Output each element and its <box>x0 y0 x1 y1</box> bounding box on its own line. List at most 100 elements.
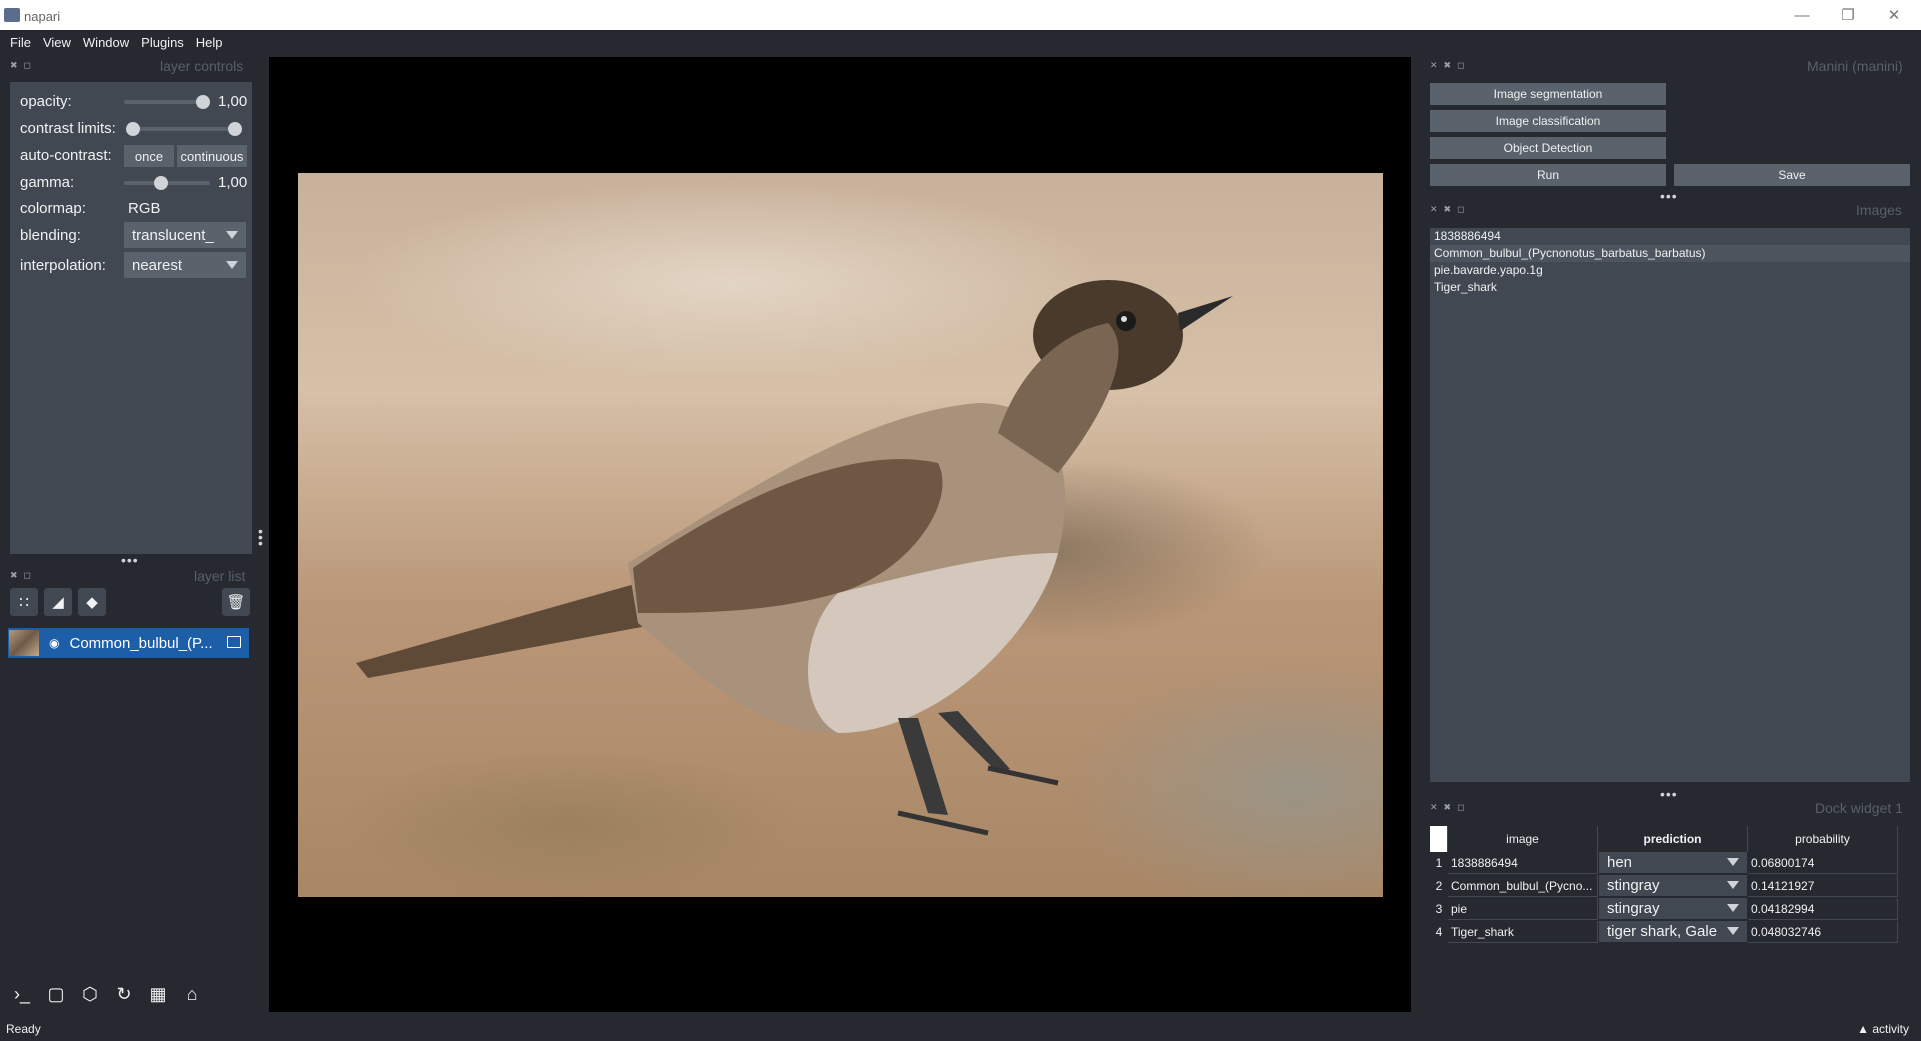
image-list-item[interactable]: Tiger_shark <box>1430 279 1910 296</box>
layer-controls-dock-icons[interactable]: ✖◻ <box>10 60 37 71</box>
image-cell[interactable]: pie <box>1448 898 1598 920</box>
menu-plugins[interactable]: Plugins <box>135 35 190 50</box>
chevron-down-icon <box>1727 904 1739 912</box>
image-segmentation-button[interactable]: Image segmentation <box>1430 83 1666 105</box>
layer-list-title: layer list <box>194 568 246 584</box>
chevron-down-icon <box>226 231 238 239</box>
viewer-canvas[interactable] <box>269 57 1411 1012</box>
chevron-down-icon <box>1727 858 1739 866</box>
gamma-label: gamma: <box>20 174 75 191</box>
image-cell[interactable]: 1838886494 <box>1448 852 1598 874</box>
interpolation-label: interpolation: <box>20 257 106 274</box>
dock-widget-icons[interactable]: ✕✖◻ <box>1430 802 1471 813</box>
manini-dock-icons[interactable]: ✕✖◻ <box>1430 60 1471 71</box>
object-detection-button[interactable]: Object Detection <box>1430 137 1666 159</box>
dock-resize-handle[interactable]: ••• <box>1660 786 1678 802</box>
prediction-select[interactable]: stingray <box>1599 898 1747 919</box>
napari-logo-icon <box>4 8 20 22</box>
menu-window[interactable]: Window <box>77 35 135 50</box>
window-title: napari <box>24 9 61 24</box>
new-shapes-layer-button[interactable]: ◢ <box>44 588 72 616</box>
contrast-min-handle[interactable] <box>126 122 140 136</box>
home-button[interactable]: ⌂ <box>178 980 206 1008</box>
prediction-select[interactable]: stingray <box>1599 875 1747 896</box>
run-button[interactable]: Run <box>1430 164 1666 186</box>
dock-resize-handle[interactable]: ••• <box>121 552 139 568</box>
gamma-value[interactable]: 1,00 <box>218 174 250 191</box>
column-header-prediction[interactable]: prediction <box>1598 826 1748 852</box>
dock-resize-handle[interactable]: ••• <box>1660 188 1678 204</box>
contrast-limits-slider[interactable] <box>132 127 236 131</box>
activity-label: activity <box>1872 1022 1909 1036</box>
prediction-value: stingray <box>1607 877 1660 894</box>
auto-contrast-continuous-button[interactable]: continuous <box>177 145 247 167</box>
probability-cell[interactable]: 0.06800174 <box>1748 852 1898 874</box>
opacity-value[interactable]: 1,00 <box>218 93 250 110</box>
blending-select[interactable]: translucent_ <box>124 222 246 248</box>
image-layer-icon <box>227 636 241 648</box>
layer-list-toolbar: ∷ ◢ ◆ 🗑 <box>10 588 252 618</box>
status-text: Ready <box>6 1022 41 1036</box>
delete-layer-button[interactable]: 🗑 <box>222 588 250 616</box>
image-cell[interactable]: Tiger_shark <box>1448 921 1598 943</box>
layer-thumbnail <box>9 630 39 656</box>
contrast-max-handle[interactable] <box>228 122 242 136</box>
ndisplay-button[interactable]: ▢ <box>42 980 70 1008</box>
prediction-select[interactable]: hen <box>1599 852 1747 873</box>
bulbul-drawing <box>356 280 1233 836</box>
row-number[interactable]: 3 <box>1430 898 1448 920</box>
blending-value: translucent_ <box>132 226 214 244</box>
save-button[interactable]: Save <box>1674 164 1910 186</box>
layer-controls-title: layer controls <box>160 58 244 74</box>
eye-icon[interactable]: ◉ <box>49 636 59 650</box>
table-corner[interactable] <box>1430 826 1448 852</box>
image-list-item[interactable]: pie.bavarde.yapo.1g <box>1430 262 1910 279</box>
row-number[interactable]: 4 <box>1430 921 1448 943</box>
image-cell[interactable]: Common_bulbul_(Pycno... <box>1448 875 1598 897</box>
contrast-limits-label: contrast limits: <box>20 120 116 137</box>
roll-dims-button[interactable]: ⬡ <box>76 980 104 1008</box>
new-points-layer-button[interactable]: ∷ <box>10 588 38 616</box>
image-list-item[interactable]: 1838886494 <box>1430 228 1910 245</box>
row-number[interactable]: 2 <box>1430 875 1448 897</box>
interpolation-select[interactable]: nearest <box>124 252 246 278</box>
menu-view[interactable]: View <box>37 35 77 50</box>
dock-widget-title: Dock widget 1 <box>1815 800 1903 816</box>
menu-bar: File View Window Plugins Help <box>0 30 1921 54</box>
prediction-value: stingray <box>1607 900 1660 917</box>
colormap-label: colormap: <box>20 200 86 217</box>
new-labels-layer-button[interactable]: ◆ <box>78 588 106 616</box>
restore-button[interactable]: ❐ <box>1825 0 1871 30</box>
auto-contrast-once-button[interactable]: once <box>124 145 174 167</box>
minimize-button[interactable]: — <box>1779 0 1825 30</box>
blending-label: blending: <box>20 227 81 244</box>
row-number[interactable]: 1 <box>1430 852 1448 874</box>
layer-list-dock-icons[interactable]: ✖◻ <box>10 570 37 581</box>
images-dock-icons[interactable]: ✕✖◻ <box>1430 204 1471 215</box>
menu-help[interactable]: Help <box>190 35 229 50</box>
menu-file[interactable]: File <box>4 35 37 50</box>
image-classification-button[interactable]: Image classification <box>1430 110 1666 132</box>
manini-title: Manini (manini) <box>1807 58 1903 74</box>
transpose-button[interactable]: ↻ <box>110 980 138 1008</box>
probability-cell[interactable]: 0.04182994 <box>1748 898 1898 920</box>
layer-item[interactable]: ◉ Common_bulbul_(P... <box>8 628 249 658</box>
images-title: Images <box>1856 202 1902 218</box>
layer-name: Common_bulbul_(P... <box>69 634 213 652</box>
close-window-button[interactable]: ✕ <box>1871 0 1917 30</box>
column-header-image[interactable]: image <box>1448 826 1598 852</box>
opacity-slider-handle[interactable] <box>196 95 210 109</box>
prediction-value: tiger shark, Gale <box>1607 923 1718 940</box>
column-header-probability[interactable]: probability <box>1748 826 1898 852</box>
title-bar: napari — ❐ ✕ <box>0 0 1921 30</box>
grid-view-button[interactable]: ▦ <box>144 980 172 1008</box>
probability-cell[interactable]: 0.14121927 <box>1748 875 1898 897</box>
splitter-handle[interactable]: • • • <box>258 524 264 550</box>
probability-cell[interactable]: 0.048032746 <box>1748 921 1898 943</box>
auto-contrast-label: auto-contrast: <box>20 147 112 164</box>
activity-button[interactable]: ▲ activity <box>1857 1022 1909 1036</box>
prediction-select[interactable]: tiger shark, Gale <box>1599 921 1747 942</box>
image-list-item[interactable]: Common_bulbul_(Pycnonotus_barbatus_barba… <box>1430 245 1910 262</box>
gamma-slider-handle[interactable] <box>154 176 168 190</box>
console-button[interactable]: ›_ <box>8 980 36 1008</box>
